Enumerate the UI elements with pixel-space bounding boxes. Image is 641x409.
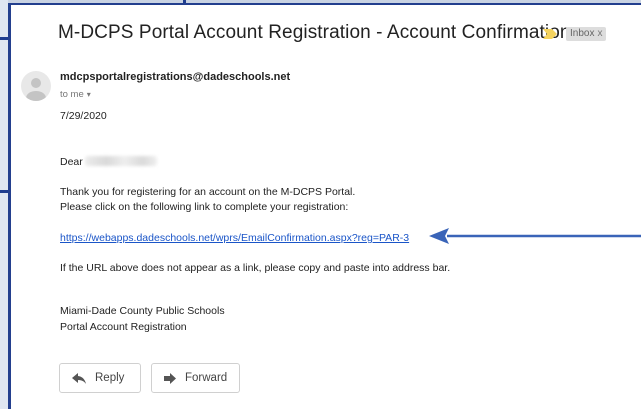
background-bar-top [0, 37, 8, 40]
default-avatar-icon [26, 78, 46, 101]
recipient-text: to me [60, 89, 84, 100]
forward-button[interactable]: Forward [151, 363, 240, 393]
body-line-3: If the URL above does not appear as a li… [60, 262, 451, 274]
reply-label: Reply [95, 372, 125, 384]
reply-arrow-icon [72, 372, 86, 384]
forward-label: Forward [185, 372, 228, 384]
sender-address: mdcpsportalregistrations@dadeschools.net [60, 71, 291, 83]
importance-marker-icon[interactable] [543, 29, 557, 39]
greeting-line: Dear [60, 156, 157, 168]
recipient-details[interactable]: to me ▾ [60, 89, 91, 100]
forward-arrow-icon [164, 372, 176, 384]
email-subject: M-DCPS Portal Account Registration - Acc… [58, 22, 571, 43]
inbox-label-text: Inbox [570, 28, 595, 39]
redacted-name [84, 156, 157, 166]
body-line-2: Please click on the following link to co… [60, 201, 349, 213]
background-bar-mid [0, 190, 8, 193]
sender-avatar [21, 71, 51, 101]
email-view: M-DCPS Portal Account Registration - Acc… [8, 3, 641, 409]
email-date: 7/29/2020 [60, 110, 107, 122]
inbox-label-badge[interactable]: Inbox x [566, 27, 607, 41]
background-panel [0, 0, 8, 409]
greeting-text: Dear [60, 156, 83, 168]
reply-button[interactable]: Reply [59, 363, 141, 393]
chevron-down-icon[interactable]: ▾ [87, 90, 91, 99]
signature-line-1: Miami-Dade County Public Schools [60, 305, 225, 317]
remove-label-icon[interactable]: x [597, 28, 602, 39]
confirmation-link[interactable]: https://webapps.dadeschools.net/wprs/Ema… [60, 232, 409, 244]
annotation-arrow-icon [429, 228, 641, 244]
body-line-1: Thank you for registering for an account… [60, 186, 356, 198]
signature-line-2: Portal Account Registration [60, 321, 187, 333]
